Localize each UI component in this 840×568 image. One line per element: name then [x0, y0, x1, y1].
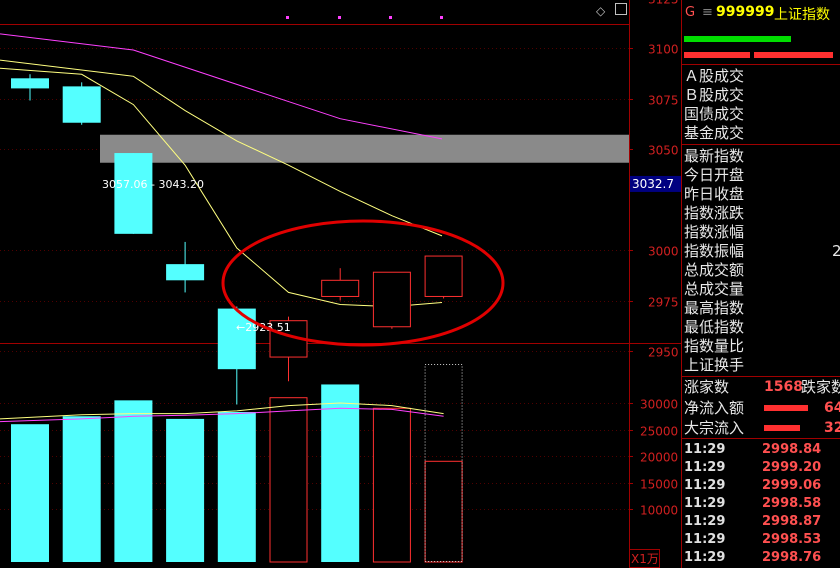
candle-body [62, 86, 101, 123]
tick-price: 2998.76 [762, 550, 822, 565]
tick-time: 11:29 [684, 478, 726, 493]
price-tick-label: 2975 [648, 296, 679, 310]
tick-row: 11:29 2999.06 [682, 478, 840, 496]
zhenfu-value: 2 [832, 242, 840, 260]
quote-panel: G ≡ 999999 上证指数 Ａ股成交 Ｂ股成交 国债成交 基金成交 最新指数 今日开… [681, 0, 840, 568]
index-stat-label: 总成交量 [684, 280, 745, 298]
group-icon[interactable]: G [685, 5, 695, 20]
index-stat-label: 指数涨跌 [684, 204, 745, 222]
volume-tick-label: 25000 [640, 425, 678, 439]
sell-bar-right [754, 52, 833, 58]
current-price-label: 3032.7 [632, 177, 674, 191]
tick-row: 11:29 2998.84 [682, 442, 840, 460]
price-tick-label: 3000 [648, 245, 679, 259]
tick-time: 11:29 [684, 514, 726, 529]
signal-marker [338, 16, 341, 19]
volume-bar [114, 400, 153, 562]
menu-icon[interactable]: ≡ [702, 5, 713, 20]
index-stat-label: 指数振幅 [684, 242, 745, 260]
volume-stat-label: Ａ股成交 [684, 67, 745, 85]
quote-header: G ≡ 999999 上证指数 [682, 0, 840, 28]
signal-marker [389, 16, 392, 19]
flow-value: 32 [824, 420, 840, 436]
flow-bar [764, 425, 800, 431]
volume-bar [217, 412, 256, 562]
volume-unit-label: X1万 [631, 552, 659, 566]
volume-tick-label: 10000 [640, 504, 678, 518]
candle-body [166, 264, 205, 281]
tick-time: 11:29 [684, 460, 726, 475]
index-stat-label: 最低指数 [684, 318, 745, 336]
window-icon [615, 3, 627, 15]
volume-bar [372, 407, 411, 563]
tick-price: 2999.06 [762, 478, 822, 493]
index-stat-label: 总成交额 [684, 261, 745, 279]
volume-bar [269, 397, 308, 563]
candle-body [217, 308, 256, 370]
buy-bar [684, 36, 791, 42]
range-annotation: 3057.06 - 3043.20 [102, 178, 204, 191]
price-tick-label: 2950 [648, 346, 679, 360]
volume-tick-label: 20000 [640, 451, 678, 465]
up-count: 1568 [764, 379, 803, 395]
flow-bar [764, 405, 808, 411]
index-stat-label: 最高指数 [684, 299, 745, 317]
tick-row: 11:29 2998.76 [682, 550, 840, 568]
tick-time: 11:29 [684, 550, 726, 565]
index-stat-label: 最新指数 [684, 147, 745, 165]
price-tick-label: 3075 [648, 94, 679, 108]
candle-body [372, 271, 411, 328]
tick-row: 11:29 2998.87 [682, 514, 840, 532]
volume-bar [321, 384, 360, 562]
volume-stat-label: Ｂ股成交 [684, 86, 745, 104]
tick-row: 11:29 2999.20 [682, 460, 840, 478]
price-tick-label: 3125 [648, 0, 679, 7]
volume-bar [62, 416, 101, 562]
index-stat-label: 指数量比 [684, 337, 745, 355]
volume-bar [424, 460, 463, 563]
candle-body [11, 78, 49, 89]
diamond-icon: ◇ [596, 4, 606, 18]
signal-marker [286, 16, 289, 19]
tick-time: 11:29 [684, 532, 726, 547]
tick-row: 11:29 2998.53 [682, 532, 840, 550]
tick-price: 2998.84 [762, 442, 822, 457]
index-stat-label: 昨日收盘 [684, 185, 745, 203]
volume-bar [166, 418, 205, 562]
signal-marker [440, 16, 443, 19]
tick-row: 11:29 2998.58 [682, 496, 840, 514]
index-stat-label: 上证换手 [684, 356, 745, 374]
tick-price: 2998.87 [762, 514, 822, 529]
up-count-label: 涨家数 [684, 378, 730, 396]
flow-label: 净流入额 [684, 399, 745, 417]
security-code: 999999 [716, 4, 775, 20]
volume-stat-label: 基金成交 [684, 124, 745, 142]
volume-stat-label: 国债成交 [684, 105, 745, 123]
candle-body [114, 153, 153, 234]
candle-body [424, 255, 463, 297]
tick-price: 2998.58 [762, 496, 822, 511]
volume-tick-label: 15000 [640, 478, 678, 492]
kline-chart[interactable]: 3200317531503125310030753050300029752950… [0, 0, 681, 568]
tick-time: 11:29 [684, 442, 726, 457]
index-stat-label: 今日开盘 [684, 166, 745, 184]
sell-bar-left [684, 52, 750, 58]
price-tick-label: 3100 [648, 43, 679, 57]
down-count-label: 跌家数 [801, 378, 840, 396]
tick-price: 2999.20 [762, 460, 822, 475]
candle-body [321, 279, 360, 297]
security-name: 上证指数 [774, 7, 830, 23]
volume-tick-label: 30000 [640, 398, 678, 412]
tick-price: 2998.53 [762, 532, 822, 547]
flow-value: 64 [824, 400, 840, 416]
price-tick-label: 3050 [648, 144, 679, 158]
tick-time: 11:29 [684, 496, 726, 511]
flow-label: 大宗流入 [684, 419, 745, 437]
index-stat-label: 指数涨幅 [684, 223, 745, 241]
volume-bar [11, 424, 49, 562]
